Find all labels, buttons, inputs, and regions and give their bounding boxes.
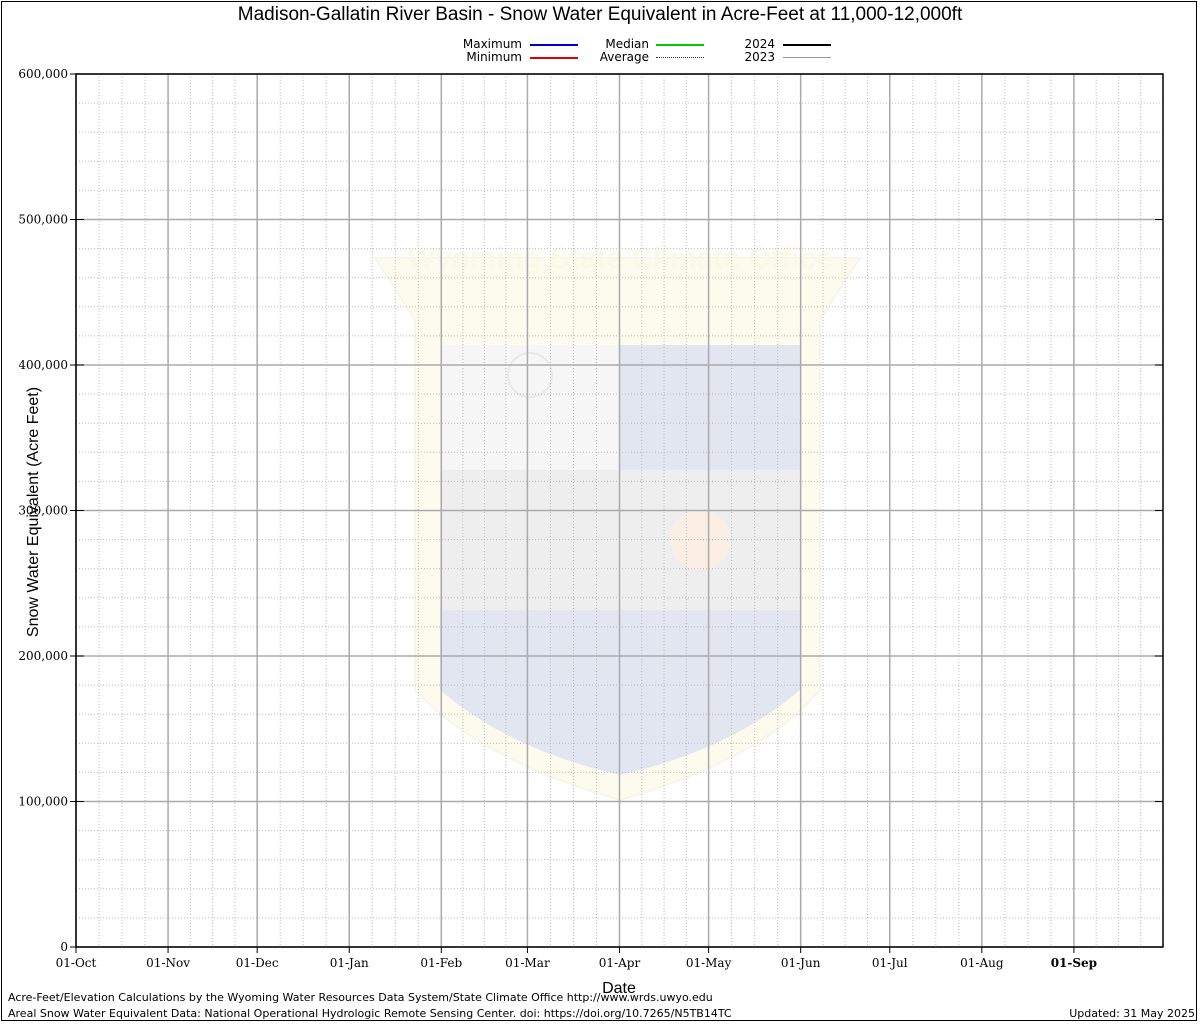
footer-credit-calculations: Acre-Feet/Elevation Calculations by the …: [8, 991, 713, 1004]
x-tick-label: 01-Apr: [599, 956, 641, 970]
x-tick-label: 01-Sep: [1051, 956, 1097, 970]
watermark-logo: Wyoming State Climate Office: [373, 242, 862, 802]
footer-updated: Updated: 31 May 2025: [1069, 1007, 1195, 1020]
footer-credit-data-source: Areal Snow Water Equivalent Data: Nation…: [8, 1007, 732, 1020]
x-axis-ticks: 01-Oct 01-Nov 01-Dec 01-Jan 01-Feb 01-Mar 01-A…: [56, 947, 1097, 970]
y-tick-label: 500,000: [18, 213, 68, 227]
x-tick-label: 01-Mar: [505, 956, 550, 970]
y-tick-label: 200,000: [18, 649, 68, 663]
x-tick-label: 01-May: [686, 956, 732, 970]
y-tick-label: 600,000: [18, 67, 68, 81]
x-tick-label: 01-Nov: [146, 956, 190, 970]
y-axis-label: Snow Water Equivalent (Acre Feet): [25, 386, 42, 638]
x-tick-label: 01-Feb: [420, 956, 462, 970]
y-tick-label: 100,000: [18, 795, 68, 809]
x-tick-label: 01-Oct: [56, 956, 97, 970]
x-tick-label: 01-Jul: [872, 956, 908, 970]
y-tick-label: 400,000: [18, 358, 68, 372]
plot-area: Wyoming State Climate Office 0 100,000 200…: [18, 67, 1164, 970]
y-tick-label: 0: [60, 940, 68, 954]
x-tick-label: 01-Jan: [330, 956, 369, 970]
x-tick-label: 01-Aug: [960, 956, 1004, 970]
x-tick-label: 01-Jun: [781, 956, 821, 970]
x-tick-label: 01-Dec: [236, 956, 279, 970]
grid: [75, 73, 1163, 948]
